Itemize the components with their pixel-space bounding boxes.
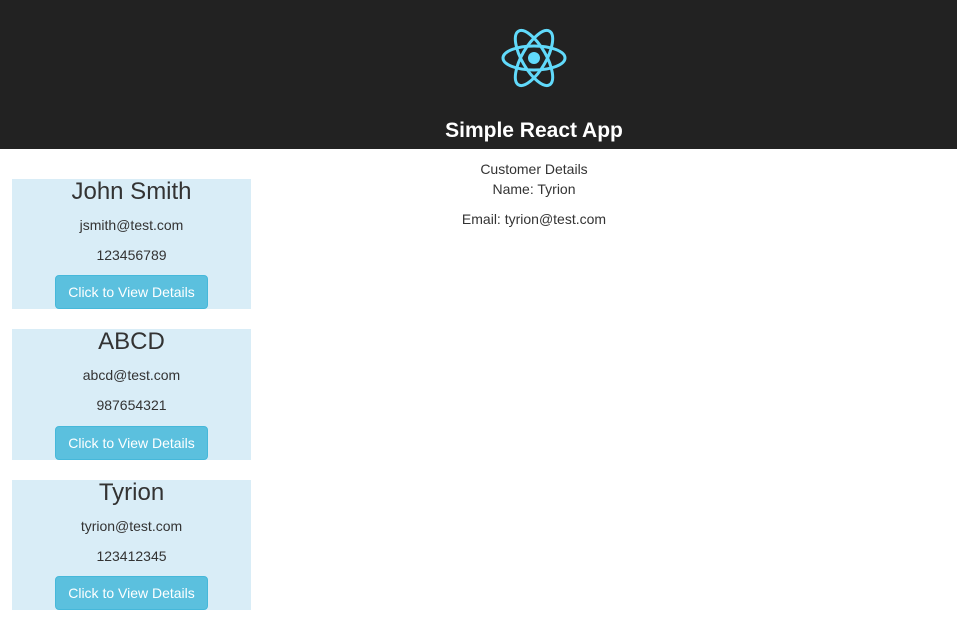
view-details-button[interactable]: Click to View Details (55, 426, 208, 460)
customer-card: John Smith jsmith@test.com 123456789 Cli… (12, 179, 251, 309)
customer-details-heading: Customer Details (480, 161, 588, 177)
view-details-button[interactable]: Click to View Details (55, 275, 208, 309)
customer-name: John Smith (71, 178, 192, 205)
customer-phone: 123412345 (96, 548, 167, 564)
customer-email: abcd@test.com (82, 367, 181, 383)
customer-phone: 123456789 (96, 247, 167, 263)
customer-phone: 987654321 (96, 397, 167, 413)
app-header: Simple React App (0, 0, 957, 149)
customer-name: Tyrion (98, 479, 165, 506)
customer-email: tyrion@test.com (80, 518, 183, 534)
customer-card: ABCD abcd@test.com 987654321 Click to Vi… (12, 329, 251, 460)
customer-card: Tyrion tyrion@test.com 123412345 Click t… (12, 480, 251, 610)
react-atom-icon (501, 28, 567, 88)
customer-name: ABCD (98, 328, 165, 355)
view-details-button[interactable]: Click to View Details (55, 576, 208, 610)
customer-email: jsmith@test.com (79, 217, 184, 233)
app-title: Simple React App (445, 119, 623, 142)
